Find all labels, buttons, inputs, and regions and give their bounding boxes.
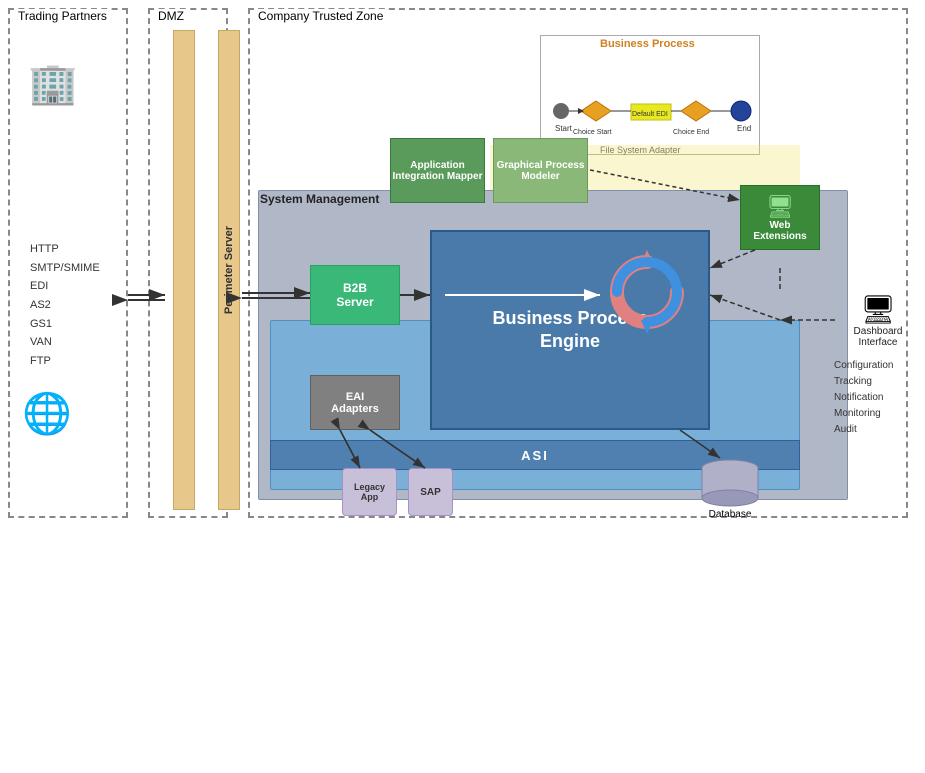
- svg-text:Default EDI: Default EDI: [632, 111, 668, 118]
- legacy-line1: Legacy: [354, 482, 385, 492]
- dashboard-label: Dashboard Interface: [838, 326, 918, 348]
- protocol-http: HTTP: [30, 240, 100, 259]
- svg-text:Choice Start: Choice Start: [573, 129, 612, 136]
- gpm-label: Graphical Process Modeler: [494, 160, 587, 182]
- web-container-label: Web Container: [556, 761, 629, 773]
- dashboard-interface-box: 🖥 Dashboard Interface: [838, 290, 918, 350]
- trusted-zone-label: Company Trusted Zone: [254, 9, 387, 23]
- b2b-line1: B2B: [343, 281, 367, 295]
- protocol-smtp: SMTP/SMIME: [30, 259, 100, 278]
- config-item-3: Monitoring: [834, 406, 893, 422]
- protocol-list: HTTP SMTP/SMIME EDI AS2 GS1 VAN FTP: [30, 240, 100, 371]
- we-line2: Extensions: [753, 231, 806, 242]
- eai-adapters-box: EAI Adapters: [310, 375, 400, 430]
- perimeter-server-bar: Perimeter Server: [218, 30, 240, 510]
- config-item-4: Audit: [834, 422, 893, 438]
- aim-label: Application Integration Mapper: [391, 160, 484, 182]
- sap-label: SAP: [420, 487, 441, 498]
- we-line1: Web: [770, 220, 791, 231]
- dashboard-monitor-icon: 🖥: [860, 293, 896, 326]
- circular-arrow-svg: [597, 242, 697, 342]
- database-label: Database: [700, 509, 760, 520]
- bpe-line2: Engine: [540, 330, 600, 353]
- config-item-1: Tracking: [834, 374, 893, 390]
- protocol-edi: EDI: [30, 277, 100, 296]
- gpm-box: Graphical Process Modeler: [493, 138, 588, 203]
- svg-text:Start: Start: [555, 124, 573, 133]
- eai-line2: Adapters: [331, 403, 379, 415]
- legacy-app-box: Legacy App: [342, 468, 397, 516]
- database-box: Database: [700, 458, 760, 508]
- perimeter-server-label: Perimeter Server: [223, 226, 235, 314]
- protocol-ftp: FTP: [30, 352, 100, 371]
- dmz-label: DMZ: [154, 9, 188, 23]
- b2b-line2: Server: [336, 295, 373, 309]
- protocol-as2: AS2: [30, 296, 100, 315]
- bp-diagram-title: Business Process: [600, 38, 695, 50]
- trading-partners-label: Trading Partners: [14, 9, 111, 23]
- protocol-van: VAN: [30, 333, 100, 352]
- config-item-0: Configuration: [834, 358, 893, 374]
- web-extensions-box: 🖥 Web Extensions: [740, 185, 820, 250]
- aim-box: Application Integration Mapper: [390, 138, 485, 203]
- svg-text:End: End: [737, 124, 751, 133]
- legacy-line2: App: [361, 492, 379, 502]
- asi-label: ASI: [521, 448, 549, 463]
- database-svg: [700, 458, 760, 508]
- protocol-gs1: GS1: [30, 315, 100, 334]
- svg-text:Choice End: Choice End: [673, 129, 709, 136]
- eai-line1: EAI: [346, 391, 364, 403]
- config-item-2: Notification: [834, 390, 893, 406]
- dmz-bar: [173, 30, 195, 510]
- circular-arrow: [597, 242, 697, 342]
- business-process-diagram: Start Choice Start Default EDI Choice En…: [540, 35, 760, 155]
- sap-box: SAP: [408, 468, 453, 516]
- system-management-label: System Management: [260, 192, 379, 206]
- building-icon: 🏢: [28, 60, 78, 107]
- config-list: Configuration Tracking Notification Moni…: [834, 358, 893, 438]
- network-icon: 🌐: [22, 390, 72, 437]
- monitor-icon: 🖥: [766, 194, 794, 220]
- b2b-server-box: B2B Server: [310, 265, 400, 325]
